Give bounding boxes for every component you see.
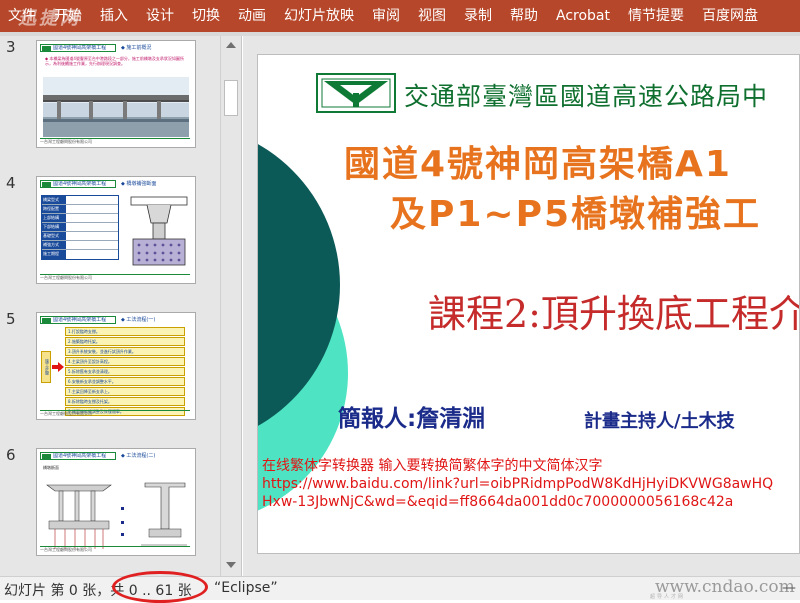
tab-insert[interactable]: 插入 (91, 0, 137, 32)
scrollbar-thumb[interactable] (224, 80, 238, 116)
tab-home[interactable]: 开始 (45, 0, 91, 32)
thumbnail-row-4[interactable]: 4 國道4號神岡高架橋工程 ◆ 橋墩補強斷面 橋梁型式 跨徑配置 上部結構 下部… (0, 172, 220, 284)
tab-acrobat[interactable]: Acrobat (547, 0, 619, 32)
table-row: 上部結構 (42, 214, 118, 223)
thumbnail-subtitle: ◆ 橋墩補強斷面 (121, 181, 157, 187)
slide-thumbnail-5[interactable]: 國道4號神岡高架橋工程 ◆ 工法流程(一) 施工步驟 1.打設臨時支撐。 2.施… (36, 312, 196, 420)
thumbnail-row-3[interactable]: 3 國道4號神岡高架橋工程 ◆ 施工前概況 ◆ 本橋梁為國道4號豐原至台中港路段… (0, 36, 220, 148)
thumbnail-number: 5 (6, 310, 16, 328)
thumbnail-number: 4 (6, 174, 16, 192)
note-line-2: https://www.baidu.com/link?url=oibPRidmp… (262, 476, 774, 510)
flow-step: 2.施築臨時托架。 (65, 337, 185, 346)
slide-title-line-1[interactable]: 國道4號神岡高架橋A1 (344, 135, 732, 187)
tab-storyboard[interactable]: 情节提要 (619, 0, 693, 32)
thumbnail-header: 國道4號神岡高架橋工程 (40, 44, 116, 52)
slide-editor-area: 交通部臺灣區國道高速公路局中 國道4號神岡高架橋A1 及P1~P5橋墩補強工 課… (243, 36, 800, 576)
thumbnail-subtitle: ◆ 施工前概況 (121, 45, 152, 51)
table-cell-label: 跨徑配置 (42, 205, 66, 213)
current-slide[interactable]: 交通部臺灣區國道高速公路局中 國道4號神岡高架橋A1 及P1~P5橋墩補強工 課… (257, 54, 800, 554)
tab-slideshow[interactable]: 幻灯片放映 (275, 0, 363, 32)
flow-step: 6.安裝新支承並調整水平。 (65, 377, 185, 386)
table-cell-label: 補強方式 (42, 241, 66, 249)
logo-emblem-icon (321, 78, 391, 108)
scroll-down-arrow-icon[interactable] (226, 562, 236, 568)
thumbnail-row-5[interactable]: 5 國道4號神岡高架橋工程 ◆ 工法流程(一) 施工步驟 1.打設臨時支撐。 2… (0, 308, 220, 420)
slide-title-line-2[interactable]: 及P1~P5橋墩補強工 (390, 185, 761, 237)
pier-elevation-drawing (46, 482, 187, 549)
note-text-box[interactable]: 在线繁体字转换器 输入要转换简繁体字的中文简体汉字 https://www.ba… (262, 457, 782, 511)
thumbnail-text: ◆ 本橋梁為國道4號豐原至台中港路段之一部分，施工前橋墩及支承狀況如圖所示，為利… (45, 56, 184, 66)
presenter-name[interactable]: 簡報人:詹清淵 (338, 399, 485, 433)
thumbnail-number: 3 (6, 38, 16, 56)
course-title[interactable]: 課程2:頂升換底工程介紹 (428, 283, 799, 338)
bridge-photo (43, 77, 189, 137)
thumbnail-scrollbar[interactable] (220, 36, 240, 576)
flow-steps: 1.打設臨時支撐。 2.施築臨時托架。 3.頂升系統安裝，並進行試頂升作業。 4… (65, 327, 185, 417)
flow-step: 4.主梁頂升至設計高程。 (65, 357, 185, 366)
arrow-right-icon (52, 362, 64, 372)
site-watermark-subtitle: 超导人才网 (650, 594, 686, 600)
scroll-up-arrow-icon[interactable] (226, 42, 236, 48)
flow-step: 1.打設臨時支撐。 (65, 327, 185, 336)
tab-view[interactable]: 视图 (409, 0, 455, 32)
table-cell-label: 施工期程 (42, 250, 66, 259)
slide-count-indicator[interactable]: 幻灯片 第 0 张，共 0 .. 61 张 (4, 580, 192, 600)
flow-step: 7.主梁回降至新支承上。 (65, 387, 185, 396)
tab-baidu-netdisk[interactable]: 百度网盘 (693, 0, 767, 32)
tab-transitions[interactable]: 切换 (183, 0, 229, 32)
thumbnail-footer: —台灣工程顧問股份有限公司 (40, 138, 190, 145)
flow-side-label: 施工步驟 (41, 351, 51, 383)
table-row: 補強方式 (42, 241, 118, 250)
table-cell-label: 下部結構 (42, 223, 66, 231)
table-cell-label: 橋梁型式 (42, 196, 66, 204)
status-bar: 幻灯片 第 0 张，共 0 .. 61 张 “Eclipse” www.cnda… (0, 571, 800, 603)
thumbnail-footer: —台灣工程顧問股份有限公司 (40, 546, 190, 553)
flow-step: 3.頂升系統安裝，並進行試頂升作業。 (65, 347, 185, 356)
table-cell-label: 上部結構 (42, 214, 66, 222)
thumbnail-subtitle: ◆ 工法流程(一) (121, 317, 156, 323)
spec-table: 橋梁型式 跨徑配置 上部結構 下部結構 基礎型式 補強方式 施工期程 (41, 195, 119, 260)
theme-name: “Eclipse” (214, 580, 278, 596)
flow-step: 8.拆除臨時支撐及托架。 (65, 397, 185, 406)
thumbnail-header: 國道4號神岡高架橋工程 (40, 316, 116, 324)
note-line-1: 在线繁体字转换器 输入要转换简繁体字的中文简体汉字 (262, 458, 603, 474)
slide-thumbnail-pane: 3 國道4號神岡高架橋工程 ◆ 施工前概況 ◆ 本橋梁為國道4號豐原至台中港路段… (0, 36, 242, 576)
table-row: 基礎型式 (42, 232, 118, 241)
table-cell-label: 基礎型式 (42, 232, 66, 240)
pier-section-drawing (130, 196, 188, 266)
table-row: 下部結構 (42, 223, 118, 232)
agency-name: 交通部臺灣區國道高速公路局中 (404, 82, 769, 111)
thumbnail-footer: —台灣工程顧問股份有限公司 (40, 410, 190, 417)
flow-step: 5.拆除舊有支承並清理。 (65, 367, 185, 376)
status-trailing-mark: — (782, 580, 796, 596)
tab-file[interactable]: 文件 (0, 0, 45, 32)
thumbnail-subtitle: ◆ 工法流程(二) (121, 453, 156, 459)
table-row: 跨徑配置 (42, 205, 118, 214)
slide-thumbnail-3[interactable]: 國道4號神岡高架橋工程 ◆ 施工前概況 ◆ 本橋梁為國道4號豐原至台中港路段之一… (36, 40, 196, 148)
thumbnail-header: 國道4號神岡高架橋工程 (40, 180, 116, 188)
thumbnail-footer: —台灣工程顧問股份有限公司 (40, 274, 190, 281)
thumbnail-number: 6 (6, 446, 16, 464)
tab-review[interactable]: 审阅 (363, 0, 409, 32)
table-row: 施工期程 (42, 250, 118, 259)
highway-bureau-logo (316, 73, 396, 113)
thumbnail-header: 國道4號神岡高架橋工程 (40, 452, 116, 460)
slide-thumbnail-6[interactable]: 國道4號神岡高架橋工程 ◆ 工法流程(二) 橋墩斷面 —台灣工程顧問股份有限公司 (36, 448, 196, 556)
tab-record[interactable]: 录制 (455, 0, 501, 32)
tab-animations[interactable]: 动画 (229, 0, 275, 32)
slide-thumbnail-4[interactable]: 國道4號神岡高架橋工程 ◆ 橋墩補強斷面 橋梁型式 跨徑配置 上部結構 下部結構… (36, 176, 196, 284)
thumbnail-row-6[interactable]: 6 國道4號神岡高架橋工程 ◆ 工法流程(二) 橋墩斷面 —台灣工程顧問股份有限… (0, 444, 220, 556)
tab-help[interactable]: 帮助 (501, 0, 547, 32)
presenter-role[interactable]: 計畫主持人/土木技 (584, 407, 735, 433)
table-row: 橋梁型式 (42, 196, 118, 205)
ribbon-tab-bar: 文件 开始 插入 设计 切换 动画 幻灯片放映 审阅 视图 录制 帮助 Acro… (0, 0, 800, 32)
tab-design[interactable]: 设计 (137, 0, 183, 32)
